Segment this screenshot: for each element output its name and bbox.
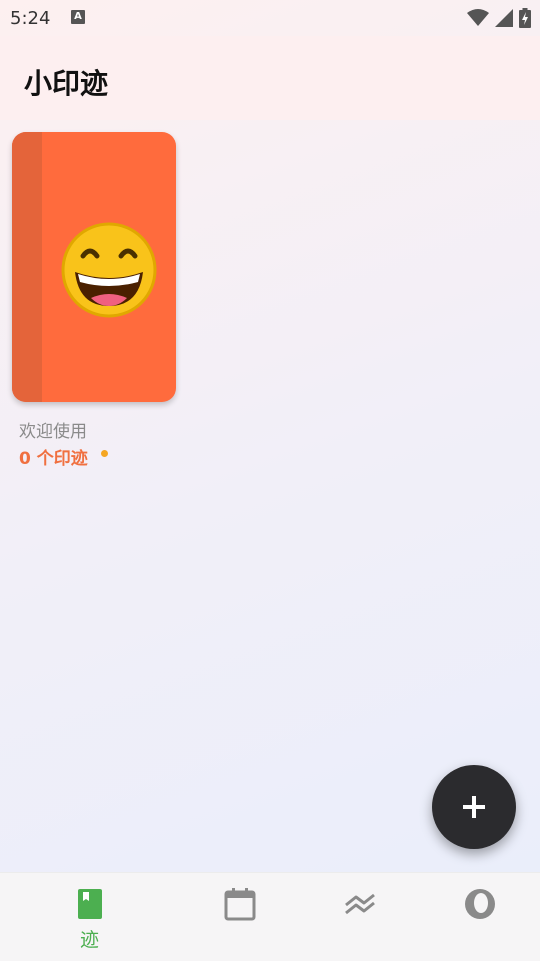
book-spine (12, 132, 42, 402)
book-trace-count: 0 个印迹 (19, 449, 88, 469)
status-time: 5:24 (10, 8, 51, 29)
profile-icon (464, 889, 495, 919)
cell-signal-icon (495, 9, 513, 27)
nav-item-calendar[interactable] (172, 873, 307, 961)
book-icon (77, 889, 102, 919)
add-button[interactable] (432, 765, 516, 849)
book-card[interactable] (12, 132, 176, 402)
calendar-icon (224, 888, 255, 921)
status-dot (101, 450, 108, 457)
plus-icon (463, 796, 485, 818)
nav-item-profile[interactable] (412, 873, 540, 961)
nav-label-traces: 迹 (79, 929, 99, 951)
wifi-icon (467, 9, 489, 26)
a-icon: A (71, 10, 85, 24)
page-title: 小印迹 (24, 67, 109, 100)
nav-item-traces[interactable]: 迹 (22, 873, 157, 961)
grinning-face-icon (61, 222, 157, 318)
battery-charging-icon (519, 8, 531, 28)
bottom-nav: 迹 (0, 872, 540, 961)
chevrons-up-icon (344, 893, 375, 915)
status-icons (467, 8, 531, 28)
book-name: 欢迎使用 (19, 422, 87, 442)
status-bar: 5:24 A (0, 0, 540, 36)
app-header: 小印迹 (0, 36, 540, 120)
nav-item-stats[interactable] (292, 873, 427, 961)
